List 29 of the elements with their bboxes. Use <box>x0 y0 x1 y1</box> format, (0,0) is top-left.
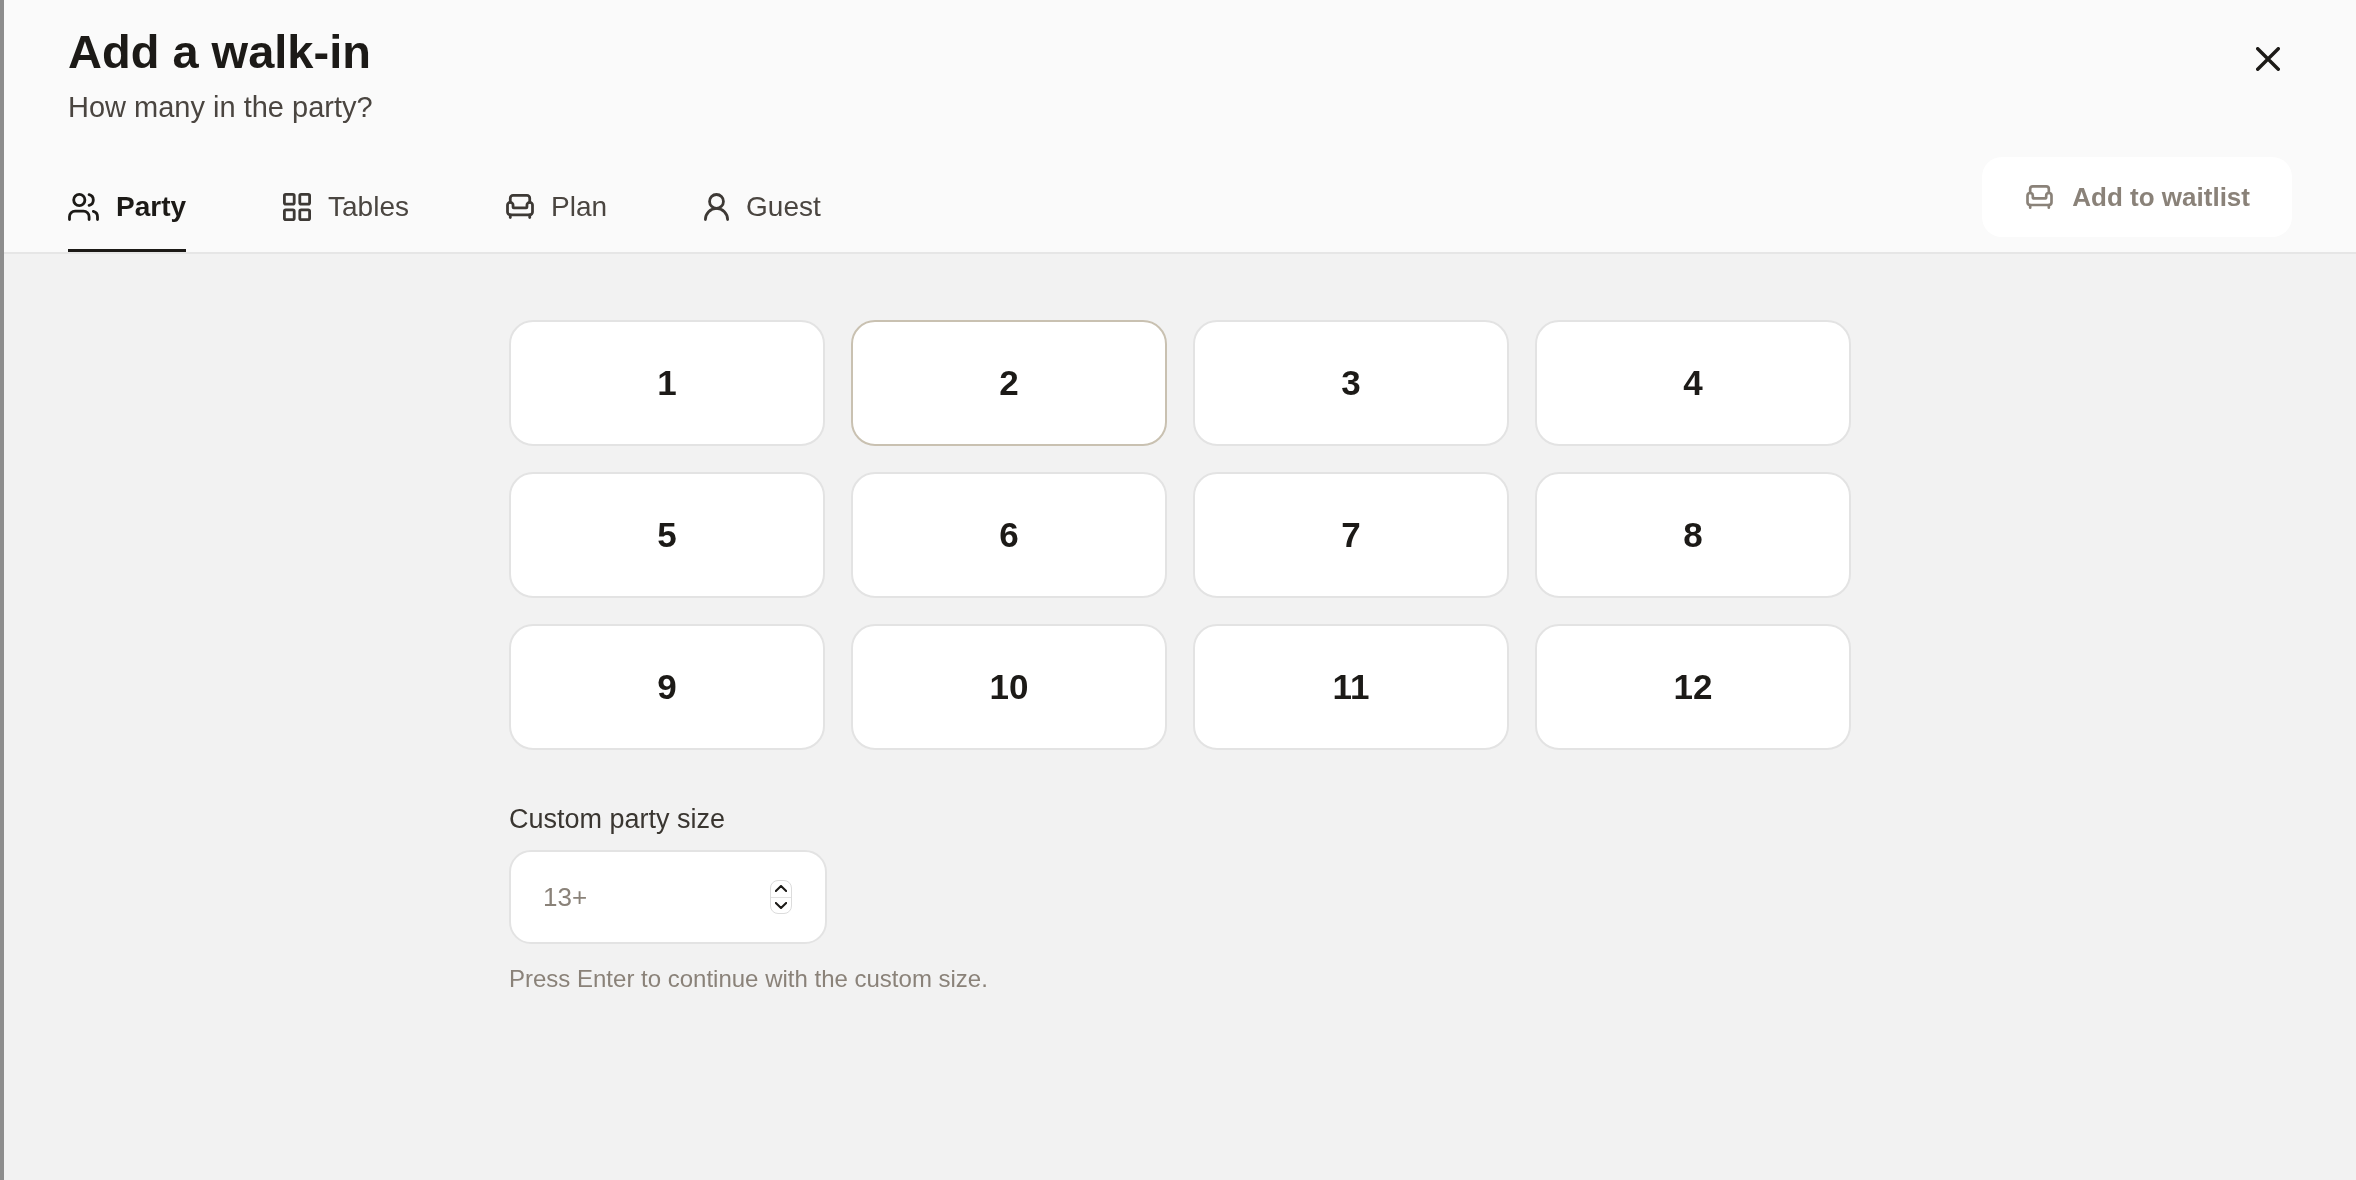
party-size-button[interactable]: 11 <box>1193 624 1509 750</box>
dialog-title: Add a walk-in <box>68 24 372 80</box>
number-stepper[interactable] <box>770 880 792 914</box>
tab[interactable]: Tables <box>283 164 409 252</box>
grid-icon <box>283 192 312 221</box>
party-size-button[interactable]: 2 <box>851 320 1167 446</box>
tab[interactable]: Plan <box>506 164 608 252</box>
users-icon <box>68 192 99 221</box>
party-size-field[interactable]: 13+ <box>509 850 827 944</box>
helper-text: Press Enter to continue with the custom size. <box>509 964 988 994</box>
close-icon <box>2256 47 2280 71</box>
party-size-button[interactable]: 4 <box>1535 320 1851 446</box>
party-size-button[interactable]: 3 <box>1193 320 1509 446</box>
armchair-icon <box>506 194 534 219</box>
party-size-button[interactable]: 9 <box>509 624 825 750</box>
armchair-icon <box>2026 185 2054 209</box>
party-size-button[interactable]: 8 <box>1535 472 1851 598</box>
party-size-button[interactable]: 5 <box>509 472 825 598</box>
tab[interactable]: Guest <box>704 164 821 252</box>
dialog-subtitle: How many in the party? <box>68 90 374 125</box>
field-label: Custom party size <box>509 803 726 835</box>
chevron-up-icon <box>775 885 787 893</box>
party-size-button[interactable]: 7 <box>1193 472 1509 598</box>
party-size-button[interactable]: 10 <box>851 624 1167 750</box>
party-size-button[interactable]: 6 <box>851 472 1167 598</box>
party-size-button[interactable]: 12 <box>1535 624 1851 750</box>
party-size-button[interactable]: 1 <box>509 320 825 446</box>
chevron-down-icon <box>775 901 787 909</box>
user-icon <box>704 192 730 221</box>
